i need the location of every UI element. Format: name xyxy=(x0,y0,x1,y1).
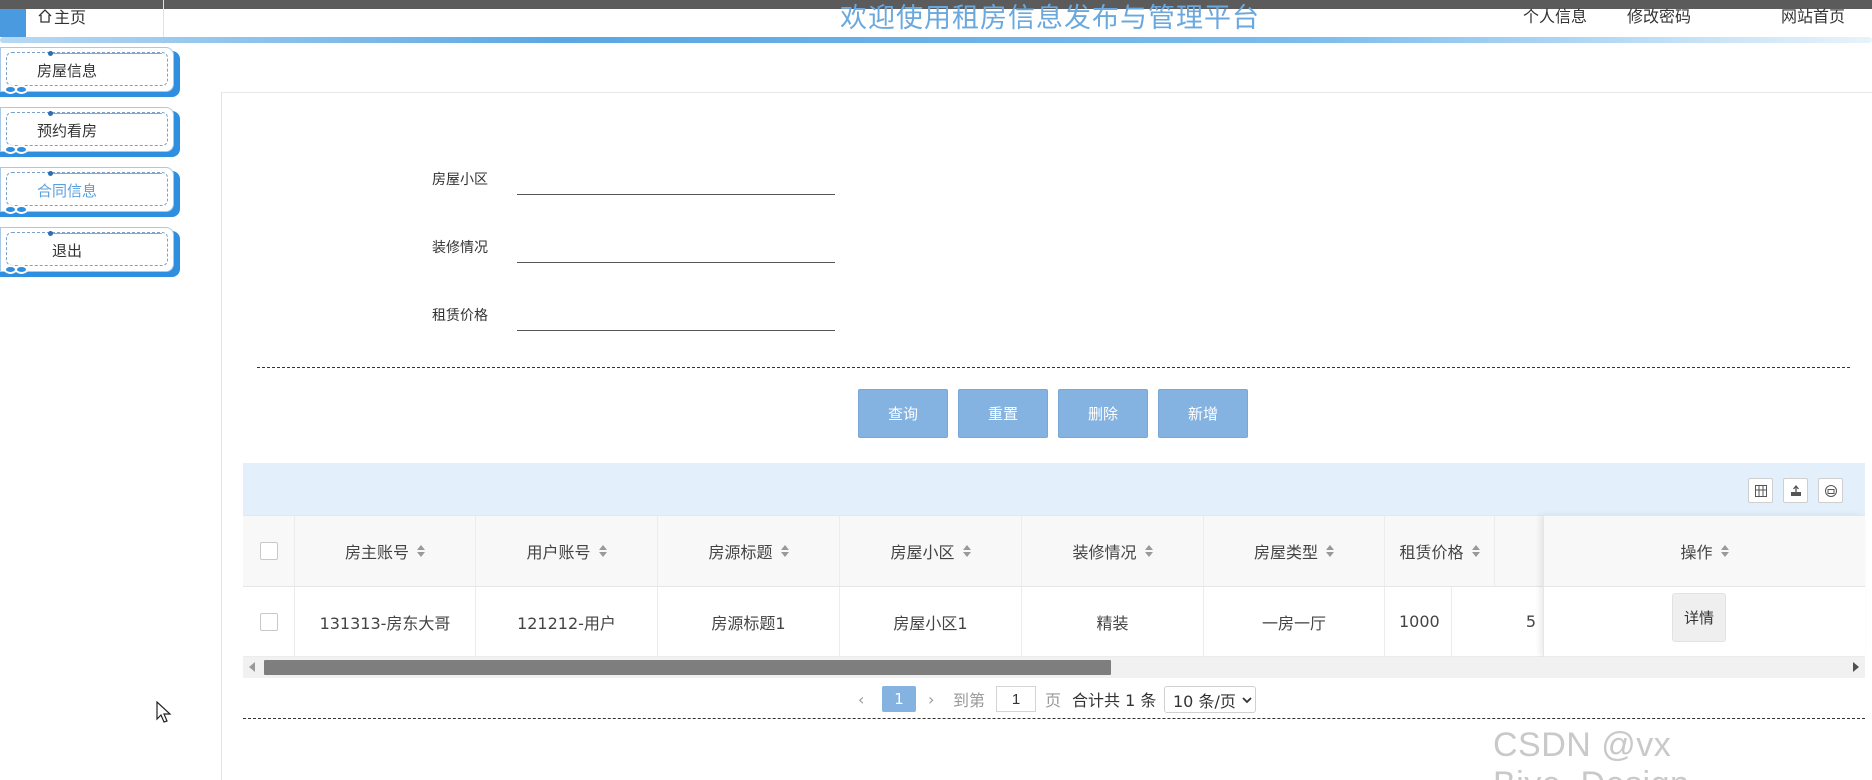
home-icon xyxy=(38,9,52,23)
field-label-price: 租赁价格 xyxy=(432,308,488,324)
column-header[interactable]: 房屋类型 xyxy=(1204,516,1385,586)
column-header[interactable]: 房源标题 xyxy=(658,516,840,586)
scroll-thumb[interactable] xyxy=(264,660,1111,675)
sidebar-item-label: 退出 xyxy=(51,242,82,260)
cell-decoration: 精装 xyxy=(1022,587,1204,656)
row-checkbox[interactable] xyxy=(259,612,278,631)
form-divider xyxy=(257,367,1850,368)
cell-listing-title: 房源标题1 xyxy=(658,587,840,656)
column-header[interactable]: 用户账号 xyxy=(476,516,658,586)
nav-change-password[interactable]: 修改密码 xyxy=(1627,3,1691,27)
sort-icon[interactable] xyxy=(417,545,425,557)
next-page-icon[interactable]: › xyxy=(928,685,934,713)
sidebar-item-logout[interactable]: 退出 xyxy=(0,227,180,277)
search-button[interactable]: 查询 xyxy=(858,389,948,438)
cell-user-account: 121212-用户 xyxy=(476,587,658,656)
sidebar-item-label: 房屋信息 xyxy=(36,62,97,80)
column-header[interactable]: 租赁价格 xyxy=(1385,516,1495,586)
prev-page-icon[interactable]: ‹ xyxy=(858,685,864,713)
sort-icon[interactable] xyxy=(1326,545,1334,557)
sidebar-item-label: 预约看房 xyxy=(36,122,97,140)
sort-icon[interactable] xyxy=(1144,545,1153,557)
field-label-community: 房屋小区 xyxy=(432,172,488,188)
sidebar-item-house-info[interactable]: 房屋信息 xyxy=(0,47,180,97)
column-header[interactable]: 房屋小区 xyxy=(840,516,1022,586)
reset-button[interactable]: 重置 xyxy=(958,389,1048,438)
action-column-header[interactable]: 操作 xyxy=(1543,515,1865,587)
table-toolbar xyxy=(243,463,1865,515)
total-count: 合计共 1 条 xyxy=(1072,691,1157,710)
table-bottom-divider xyxy=(243,718,1865,719)
print-icon[interactable] xyxy=(1818,478,1843,503)
cell-rent-price: 1000 xyxy=(1385,587,1452,656)
sidebar-item-viewing[interactable]: 预约看房 xyxy=(0,107,180,157)
home-link[interactable]: 主页 xyxy=(38,4,86,28)
sort-icon[interactable] xyxy=(1720,545,1729,557)
page-size-select[interactable]: 10 条/页 xyxy=(1164,686,1256,713)
table-horizontal-scrollbar[interactable] xyxy=(243,657,1865,678)
delete-button[interactable]: 删除 xyxy=(1058,389,1148,438)
columns-icon[interactable] xyxy=(1748,478,1773,503)
sort-icon[interactable] xyxy=(598,545,607,557)
select-all-cell xyxy=(243,516,295,586)
top-bar: 主页 欢迎使用租房信息发布与管理平台 个人信息 修改密码 网站首页 xyxy=(0,0,1872,46)
mouse-cursor-icon xyxy=(156,701,172,723)
column-header[interactable]: 房主账号 xyxy=(295,516,476,586)
cell-house-type: 一房一厅 xyxy=(1204,587,1385,656)
watermark: CSDN @vx Biye_Design xyxy=(1493,726,1689,780)
sort-icon[interactable] xyxy=(1471,545,1480,557)
sort-icon[interactable] xyxy=(962,545,971,557)
page-number-current[interactable]: 1 xyxy=(882,686,916,712)
add-button[interactable]: 新增 xyxy=(1158,389,1248,438)
cell-partial: 5 xyxy=(1525,612,1536,631)
scroll-left-arrow-icon[interactable] xyxy=(249,662,255,672)
row-select-cell xyxy=(243,587,295,656)
decoration-input[interactable] xyxy=(517,233,835,263)
export-icon[interactable] xyxy=(1783,478,1808,503)
goto-prefix: 到第 xyxy=(953,691,986,710)
goto-suffix: 页 xyxy=(1045,691,1062,710)
top-left-tab xyxy=(0,9,26,37)
chevron-down-icon xyxy=(1242,696,1252,703)
detail-button[interactable]: 详情 xyxy=(1672,593,1726,642)
community-input[interactable] xyxy=(517,165,835,195)
header-wave-decoration xyxy=(0,37,1872,43)
home-link-label: 主页 xyxy=(54,8,87,27)
sidebar-item-contract[interactable]: 合同信息 xyxy=(0,167,180,217)
scroll-right-arrow-icon[interactable] xyxy=(1853,662,1859,672)
nav-site-home[interactable]: 网站首页 xyxy=(1781,3,1845,27)
select-all-checkbox[interactable] xyxy=(259,542,278,560)
column-header[interactable]: 装修情况 xyxy=(1022,516,1204,586)
app-root: 主页 欢迎使用租房信息发布与管理平台 个人信息 修改密码 网站首页 房屋信息 预… xyxy=(0,0,1872,780)
price-input[interactable] xyxy=(517,301,835,331)
nav-profile[interactable]: 个人信息 xyxy=(1523,3,1587,27)
sidebar-item-label: 合同信息 xyxy=(36,182,97,200)
goto-page-input[interactable] xyxy=(996,686,1036,712)
cell-community: 房屋小区1 xyxy=(840,587,1022,656)
field-label-decoration: 装修情况 xyxy=(432,240,488,256)
sort-icon[interactable] xyxy=(780,545,789,557)
page-title: 欢迎使用租房信息发布与管理平台 xyxy=(840,3,1260,34)
cell-owner-account: 131313-房东大哥 xyxy=(295,587,476,656)
